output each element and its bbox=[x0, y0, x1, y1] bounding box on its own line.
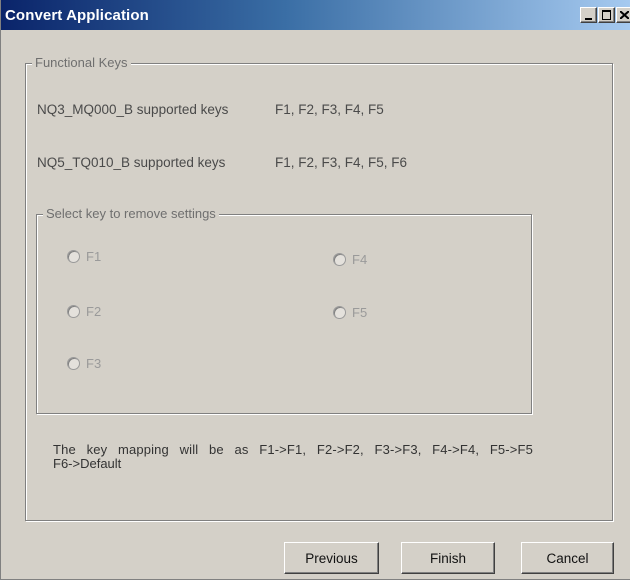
model-2-label: NQ5_TQ010_B supported keys bbox=[37, 155, 226, 170]
radio-f3-circle[interactable] bbox=[67, 356, 80, 370]
radio-f3[interactable]: F3 bbox=[67, 354, 101, 372]
maximize-button[interactable] bbox=[598, 7, 615, 23]
radio-f5[interactable]: F5 bbox=[333, 303, 367, 321]
model-1-label: NQ3_MQ000_B supported keys bbox=[37, 102, 229, 117]
key-mapping-line-2: F6->Default bbox=[53, 456, 122, 471]
radio-f4[interactable]: F4 bbox=[333, 250, 367, 268]
model-1-keys: F1, F2, F3, F4, F5 bbox=[275, 102, 384, 117]
radio-f1-circle[interactable] bbox=[67, 249, 80, 263]
close-icon bbox=[620, 11, 629, 19]
convert-application-window: Convert Application Functional Keys NQ3_… bbox=[0, 0, 630, 580]
radio-f3-label: F3 bbox=[86, 355, 102, 371]
radio-f5-label: F5 bbox=[352, 304, 368, 320]
radio-f5-circle[interactable] bbox=[333, 305, 346, 319]
finish-button[interactable]: Finish bbox=[401, 542, 495, 574]
radio-f2-label: F2 bbox=[86, 303, 102, 319]
key-mapping-info: The key mapping will be as F1->F1, F2->F… bbox=[53, 443, 533, 471]
minimize-button[interactable] bbox=[580, 7, 597, 23]
radio-f2[interactable]: F2 bbox=[67, 302, 101, 320]
radio-f2-circle[interactable] bbox=[67, 304, 80, 318]
functional-keys-group-title: Functional Keys bbox=[32, 55, 131, 71]
previous-button[interactable]: Previous bbox=[284, 542, 379, 574]
radio-f4-label: F4 bbox=[352, 251, 368, 267]
remove-settings-group: Select key to remove settings bbox=[36, 206, 532, 414]
close-button[interactable] bbox=[616, 7, 630, 23]
model-2-keys: F1, F2, F3, F4, F5, F6 bbox=[275, 155, 408, 170]
title-bar[interactable]: Convert Application bbox=[1, 0, 630, 30]
key-mapping-line-1: The key mapping will be as F1->F1, F2->F… bbox=[53, 442, 533, 457]
radio-f1-label: F1 bbox=[86, 248, 102, 264]
cancel-button[interactable]: Cancel bbox=[521, 542, 614, 574]
window-title: Convert Application bbox=[5, 7, 149, 24]
radio-f1[interactable]: F1 bbox=[67, 247, 101, 265]
radio-f4-circle[interactable] bbox=[333, 252, 346, 266]
remove-settings-group-title: Select key to remove settings bbox=[43, 206, 219, 222]
